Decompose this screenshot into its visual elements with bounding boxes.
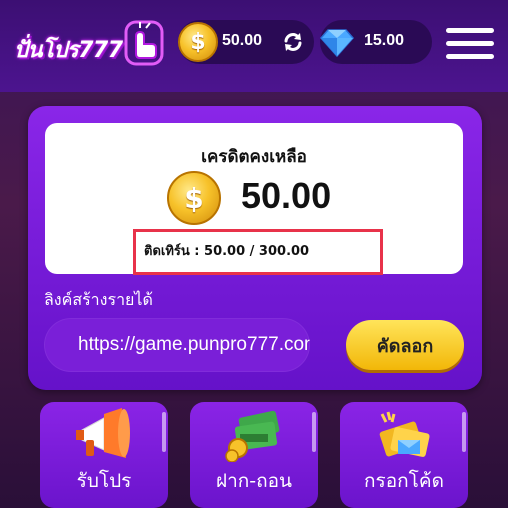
gem-balance-value: 15.00 <box>364 32 405 49</box>
tile-enter-code[interactable]: กรอกโค้ด <box>340 402 468 508</box>
credit-balance-pill: $ 50.00 <box>178 20 314 64</box>
tile-scrollbar <box>312 412 316 452</box>
coin-icon: $ <box>178 22 218 62</box>
menu-line-icon <box>446 28 494 33</box>
diamond-icon <box>320 29 354 58</box>
credit-balance-box: เครดิตคงเหลือ $ 50.00 ติดเทิร์น : 50.00 … <box>45 123 463 275</box>
credit-title: เครดิตคงเหลือ <box>201 147 307 167</box>
top-bar: ปั่นโปร777 $ 50.00 15.00 <box>0 0 508 92</box>
tile-scrollbar <box>462 412 466 452</box>
menu-line-icon <box>446 41 494 46</box>
tile-promotions[interactable]: รับโปร <box>40 402 168 508</box>
tile-label: รับโปร <box>76 470 132 492</box>
coin-icon: $ <box>167 171 221 225</box>
menu-line-icon <box>446 54 494 59</box>
tile-label: กรอกโค้ด <box>364 470 444 492</box>
refresh-icon[interactable] <box>282 31 304 53</box>
gem-balance-pill: 15.00 <box>320 20 432 64</box>
referral-link-field[interactable]: https://game.punpro777.com <box>44 318 310 372</box>
referral-link-label: ลิงค์สร้างรายได้ <box>44 290 153 309</box>
brand-logo[interactable]: ปั่นโปร777 <box>14 18 164 68</box>
tile-scrollbar <box>162 412 166 452</box>
megaphone-icon <box>76 408 130 458</box>
pointing-hand-icon <box>124 20 164 66</box>
referral-link-value: https://game.punpro777.com <box>78 334 310 355</box>
money-stack-icon <box>225 410 280 462</box>
turnover-highlight-box: ติดเทิร์น : 50.00 / 300.00 <box>133 229 383 275</box>
credit-amount: 50.00 <box>241 175 332 216</box>
credit-balance-value: 50.00 <box>222 32 263 49</box>
coupon-icon <box>379 411 430 457</box>
turnover-text: ติดเทิร์น : 50.00 / 300.00 <box>144 244 310 259</box>
hamburger-menu-button[interactable] <box>446 26 496 62</box>
wallet-card: เครดิตคงเหลือ $ 50.00 ติดเทิร์น : 50.00 … <box>28 106 482 390</box>
copy-button[interactable]: คัดลอก <box>346 320 464 370</box>
tile-label: ฝาก-ถอน <box>215 470 293 492</box>
logo-text: ปั่นโปร777 <box>14 38 123 63</box>
tile-deposit-withdraw[interactable]: ฝาก-ถอน <box>190 402 318 508</box>
